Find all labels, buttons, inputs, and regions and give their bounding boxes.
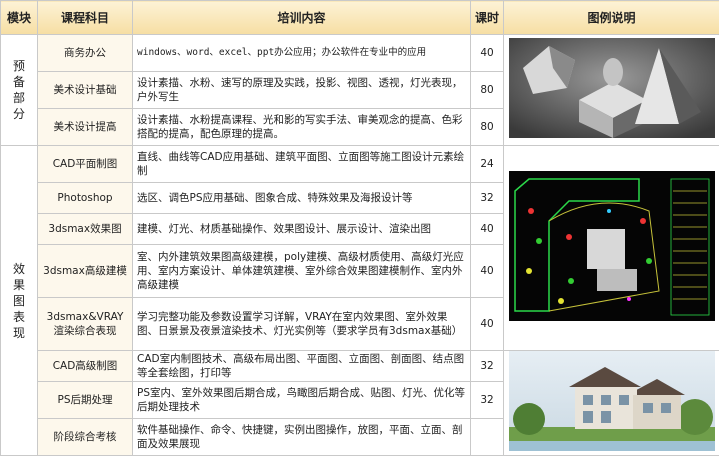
hours-cell: 40 [470,213,504,245]
hours-cell: 80 [470,108,504,146]
geometric-sketch-image [508,38,715,138]
illustration-cell-sketch [503,34,719,146]
group-cell-prep: 预备部分 [0,34,38,146]
course-cell: CAD平面制图 [37,145,133,183]
content-cell: 学习完整功能及参数设置学习详解，VRAY在室内效果图、室外效果图、日景景及夜景渲… [132,297,471,351]
hours-cell: 24 [470,145,504,183]
course-cell: 阶段综合考核 [37,418,133,456]
villa-rendering-image [508,351,715,451]
content-cell: 选区、调色PS应用基础、图象合成、特殊效果及海报设计等 [132,182,471,214]
table-row: 预备部分 商务办公 windows、word、excel、ppt办公应用；办公软… [0,34,719,146]
illustration-cell-villa [503,350,719,456]
course-cell: PS后期处理 [37,381,133,419]
header-hours: 课时 [470,0,504,35]
cad-site-plan-image [508,171,715,321]
hours-cell: 40 [470,244,504,298]
content-cell: 建模、灯光、材质基础操作、效果图设计、展示设计、渲染出图 [132,213,471,245]
table-row: 效果图表现 CAD平面制图 直线、曲线等CAD应用基础、建筑平面图、立面图等施工… [0,145,719,456]
header-module: 模块 [0,0,38,35]
table-row: CAD高级制图 CAD室内制图技术、高级布局出图、平面图、立面图、剖面图、结点图… [1,350,719,456]
course-cell: 3dsmax&VRAY渲染综合表现 [37,297,133,351]
illustration-cell-cad [503,145,719,351]
header-illustration: 图例说明 [503,0,719,35]
curriculum-table: 模块 课程科目 培训内容 课时 图例说明 预备部分 商务办公 windows、w… [0,0,719,456]
course-cell: 3dsmax高级建模 [37,244,133,298]
hours-cell: 32 [470,350,504,382]
group-cell-rendering: 效果图表现 [0,145,38,456]
header-course: 课程科目 [37,0,133,35]
hours-cell: 80 [470,71,504,109]
course-cell: 3dsmax效果图 [37,213,133,245]
hours-cell: 32 [470,182,504,214]
hours-cell: 32 [470,381,504,419]
content-cell: 设计素描、水粉、速写的原理及实践，投影、视图、透视，灯光表现，户外写生 [132,71,471,109]
course-cell: 美术设计基础 [37,71,133,109]
hours-cell: 40 [470,297,504,351]
course-cell: Photoshop [37,182,133,214]
content-cell: windows、word、excel、ppt办公应用；办公软件在专业中的应用 [132,34,471,72]
course-cell: 美术设计提高 [37,108,133,146]
content-cell: 软件基础操作、命令、快捷键，实例出图操作，放图，平面、立面、剖面及效果展现 [132,418,471,456]
content-cell: 设计素描、水粉提高课程、光和影的写实手法、审美观念的提高、色彩搭配的提高，配色原… [132,108,471,146]
hours-cell: 40 [470,34,504,72]
course-cell: 商务办公 [37,34,133,72]
hours-cell [470,418,504,456]
content-cell: CAD室内制图技术、高级布局出图、平面图、立面图、剖面图、结点图等全套绘图，打印… [132,350,471,382]
content-cell: 直线、曲线等CAD应用基础、建筑平面图、立面图等施工图设计元素绘制 [132,145,471,183]
course-cell: CAD高级制图 [37,350,133,382]
content-cell: 室、内外建筑效果图高级建模，poly建模、高级材质使用、高级灯光应用、室内方案设… [132,244,471,298]
content-cell: PS室内、室外效果图后期合成，鸟瞰图后期合成、贴图、灯光、优化等后期处理技术 [132,381,471,419]
header-content: 培训内容 [132,0,471,35]
